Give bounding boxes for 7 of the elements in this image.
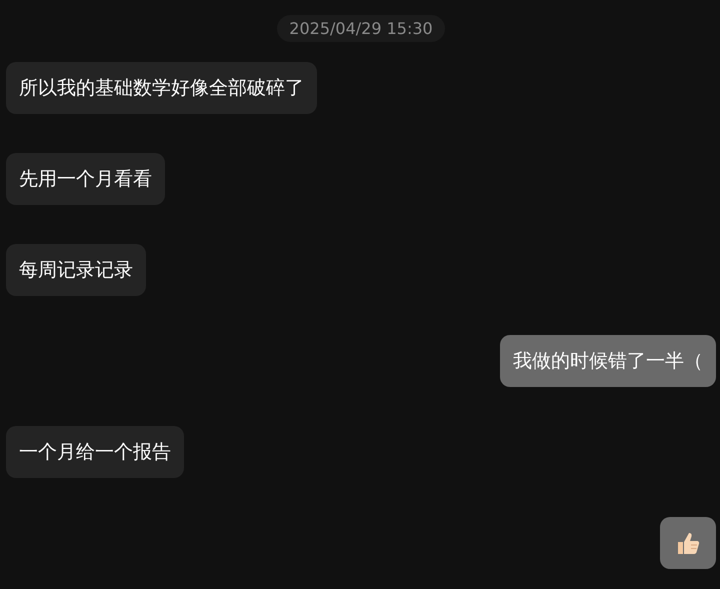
thumbs-up-icon	[675, 530, 701, 556]
message-bubble: 我做的时候错了一半（	[500, 335, 716, 387]
message-bubble: 一个月给一个报告	[6, 426, 184, 478]
timestamp: 2025/04/29 15:30	[277, 15, 445, 42]
message-bubble: 每周记录记录	[6, 244, 146, 296]
message-bubble: 所以我的基础数学好像全部破碎了	[6, 62, 317, 114]
message-bubble: 先用一个月看看	[6, 153, 165, 205]
